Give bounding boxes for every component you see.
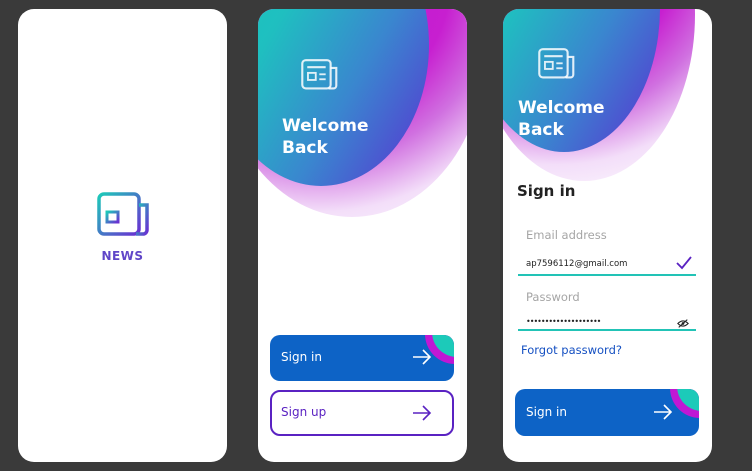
password-underline [518, 329, 696, 331]
sign-up-label: Sign up [281, 405, 327, 419]
sign-in-button[interactable]: Sign in [270, 335, 454, 381]
eye-off-icon[interactable] [677, 319, 689, 328]
sign-in-label: Sign in [526, 405, 567, 419]
email-label: Email address [526, 228, 607, 242]
checkmark-icon [676, 256, 692, 270]
section-title: Sign in [517, 182, 576, 200]
button-corner-decoration [425, 335, 454, 364]
welcome-heading: Welcome Back [518, 97, 605, 141]
signin-screen: Welcome Back Sign in Email address ap759… [503, 9, 712, 462]
button-corner-decoration [670, 389, 699, 418]
email-underline [518, 274, 696, 276]
arrow-right-icon [413, 405, 432, 421]
sign-up-button[interactable]: Sign up [270, 390, 454, 436]
welcome-heading-line2: Back [282, 138, 328, 158]
sign-in-label: Sign in [281, 350, 322, 364]
welcome-heading-line2: Back [518, 120, 564, 140]
welcome-heading-line1: Welcome [282, 116, 369, 136]
newspaper-icon [538, 48, 575, 79]
sign-in-submit-button[interactable]: Sign in [515, 389, 699, 436]
email-field[interactable]: ap7596112@gmail.com [526, 259, 627, 269]
app-title: NEWS [101, 249, 144, 263]
welcome-heading: Welcome Back [282, 115, 369, 159]
welcome-screen: Welcome Back Sign in Sign up [258, 9, 467, 462]
splash-screen: NEWS [18, 9, 227, 462]
password-label: Password [526, 290, 580, 304]
password-field[interactable]: •••••••••••••••••••• [526, 317, 601, 326]
welcome-heading-line1: Welcome [518, 98, 605, 118]
forgot-password-link[interactable]: Forgot password? [521, 343, 622, 357]
newspaper-icon [301, 59, 338, 90]
newspaper-icon [97, 192, 149, 236]
